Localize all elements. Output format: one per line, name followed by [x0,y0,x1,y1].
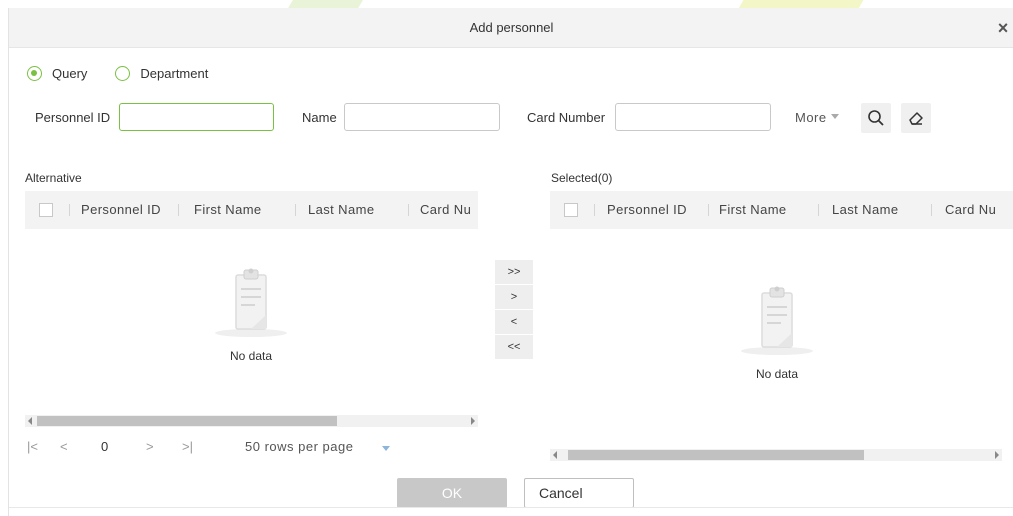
name-label: Name [302,110,337,125]
alternative-table-header: Personnel ID First Name Last Name Card N… [25,191,478,229]
column-divider [818,204,819,216]
query-bar: Personnel ID Name Card Number More [9,103,1013,133]
clipboard-icon [215,268,287,337]
ok-button[interactable]: OK [397,478,507,508]
column-divider [69,204,70,216]
pagination: |< < 0 > >| 50 rows per page [27,439,487,459]
cancel-button[interactable]: Cancel [524,478,634,508]
column-header-first-name[interactable]: First Name [194,191,262,229]
first-page-button[interactable]: |< [27,439,38,454]
column-header-personnel-id[interactable]: Personnel ID [81,191,161,229]
more-label: More [795,110,827,125]
caret-down-icon[interactable] [382,446,390,451]
eraser-icon [909,112,923,125]
select-all-checkbox[interactable] [39,203,53,217]
name-input[interactable] [344,103,500,131]
alternative-horizontal-scrollbar[interactable] [25,415,478,427]
prev-page-button[interactable]: < [60,439,68,454]
column-divider [594,204,595,216]
alternative-empty-state: No data [191,263,311,363]
last-page-button[interactable]: >| [182,439,193,454]
move-all-left-button[interactable]: << [495,335,533,360]
next-page-button[interactable]: > [146,439,154,454]
mode-radio-group: Query Department [27,63,236,83]
alternative-label: Alternative [25,171,82,185]
move-right-button[interactable]: > [495,285,533,310]
scroll-left-arrow-icon[interactable] [553,451,557,459]
search-button[interactable] [861,103,891,133]
column-divider [295,204,296,216]
column-divider [708,204,709,216]
move-all-right-button[interactable]: >> [495,260,533,285]
card-number-label: Card Number [527,110,606,125]
selected-empty-state: No data [717,281,837,381]
radio-department[interactable]: Department [115,65,209,81]
column-divider [408,204,409,216]
personnel-id-label: Personnel ID [35,110,111,125]
column-header-personnel-id[interactable]: Personnel ID [607,191,687,229]
scroll-right-arrow-icon[interactable] [995,451,999,459]
column-header-card-number[interactable]: Card Nu [945,191,996,229]
column-divider [178,204,179,216]
more-dropdown[interactable]: More [795,110,839,125]
column-header-card-number[interactable]: Card Nu [420,191,471,229]
column-header-first-name[interactable]: First Name [719,191,787,229]
radio-query[interactable]: Query [27,65,88,81]
column-header-last-name[interactable]: Last Name [832,191,898,229]
selected-no-data-text: No data [755,367,799,381]
column-divider [931,204,932,216]
radio-query-label: Query [52,65,88,81]
dialog-title: Add personnel [469,20,554,35]
scroll-right-arrow-icon[interactable] [471,417,475,425]
rows-per-page-select[interactable]: 50 rows per page [245,439,353,454]
scrollbar-thumb[interactable] [37,416,337,426]
scrollbar-thumb[interactable] [568,450,864,460]
dialog-bottom-border [9,507,1013,508]
caret-down-icon [830,114,839,120]
column-header-last-name[interactable]: Last Name [308,191,374,229]
scroll-left-arrow-icon[interactable] [28,417,32,425]
card-number-input[interactable] [615,103,771,131]
clipboard-icon [741,286,813,355]
radio-unchecked-icon [115,65,131,81]
dialog-titlebar: Add personnel × [9,8,1013,48]
radio-checked-icon [27,65,42,81]
radio-department-label: Department [140,65,209,81]
current-page-number: 0 [101,439,109,454]
personnel-id-input[interactable] [119,103,274,131]
close-icon[interactable]: × [994,18,1012,38]
move-left-button[interactable]: < [495,310,533,335]
add-personnel-dialog: Add personnel × Query Department Personn… [8,8,1013,516]
selected-label: Selected(0) [551,171,613,185]
alternative-no-data-text: No data [229,349,273,363]
selected-horizontal-scrollbar[interactable] [550,449,1002,461]
selected-table-header: Personnel ID First Name Last Name Card N… [550,191,1013,229]
select-all-checkbox[interactable] [564,203,578,217]
clear-button[interactable] [901,103,931,133]
search-icon [868,110,884,126]
